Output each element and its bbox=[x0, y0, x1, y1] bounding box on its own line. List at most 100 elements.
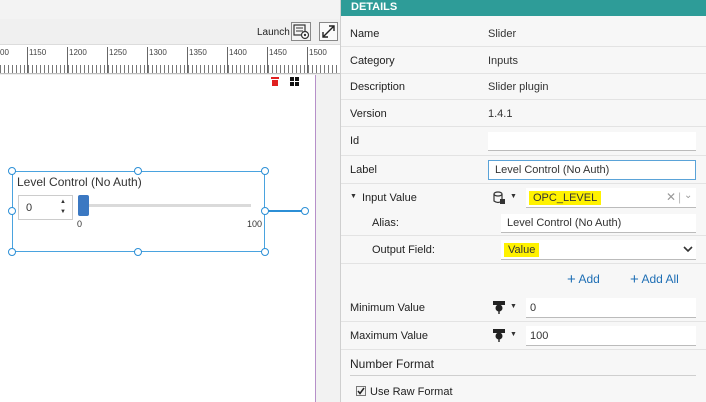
collapse-caret-icon[interactable]: ▼ bbox=[350, 193, 357, 200]
expand-icon bbox=[322, 25, 335, 38]
label-field[interactable]: Level Control (No Auth) bbox=[488, 160, 696, 180]
launch-icon bbox=[293, 24, 310, 40]
binding-type-icon[interactable] bbox=[492, 300, 506, 314]
description-value: Slider plugin bbox=[488, 81, 549, 93]
row-output-field: Output Field: Value bbox=[341, 236, 706, 264]
binding-dropdown-icon[interactable]: ▼ bbox=[510, 331, 517, 338]
ruler-tick-label: 1300 bbox=[149, 48, 167, 57]
row-input-value: ▼ Input Value ▼ OPC_LEVEL ✕ | ⌄ bbox=[341, 184, 706, 212]
resize-handle[interactable] bbox=[134, 167, 142, 175]
ruler-minor-ticks bbox=[0, 61, 340, 73]
ruler-tick-label: 1350 bbox=[189, 48, 207, 57]
minimum-value-field[interactable]: 0 bbox=[526, 298, 696, 318]
design-canvas-area: Launch 00 1150 1200 1250 1300 1350 1400 … bbox=[0, 0, 340, 402]
label-field-value: Level Control (No Auth) bbox=[495, 164, 610, 176]
alias-field-value: Level Control (No Auth) bbox=[507, 217, 622, 229]
alias-field[interactable]: Level Control (No Auth) bbox=[501, 214, 696, 233]
source-dropdown-icon[interactable]: ▼ bbox=[510, 193, 517, 200]
top-bar bbox=[0, 0, 340, 19]
canvas-margin bbox=[316, 75, 340, 402]
row-id: Id bbox=[341, 127, 706, 156]
resize-handle[interactable] bbox=[8, 248, 16, 256]
ruler-tick-label: 1150 bbox=[29, 48, 47, 57]
alias-label: Alias: bbox=[372, 217, 399, 229]
resize-handle[interactable] bbox=[8, 167, 16, 175]
delete-icon[interactable] bbox=[271, 77, 279, 86]
maximum-value-label: Maximum Value bbox=[350, 330, 429, 342]
launch-button[interactable] bbox=[291, 22, 311, 41]
version-value: 1.4.1 bbox=[488, 108, 513, 120]
number-format-heading: Number Format bbox=[350, 357, 435, 371]
category-label: Category bbox=[350, 55, 395, 67]
row-minimum-value: Minimum Value ▼ 0 bbox=[341, 294, 706, 322]
minimum-value-field-value: 0 bbox=[530, 302, 537, 314]
ruler-tick-label: 00 bbox=[0, 48, 9, 57]
ruler-tick-label: 1500 bbox=[309, 48, 327, 57]
widget-label: Level Control (No Auth) bbox=[17, 175, 142, 189]
field-chevron-icon[interactable]: ⌄ bbox=[684, 190, 692, 201]
output-field-label: Output Field: bbox=[372, 244, 435, 256]
add-button[interactable]: + Add bbox=[567, 271, 600, 288]
slider-min-label: 0 bbox=[77, 219, 83, 229]
resize-handle[interactable] bbox=[261, 207, 269, 215]
row-label: Label Level Control (No Auth) bbox=[341, 156, 706, 184]
number-input[interactable]: 0 ▲ ▼ bbox=[18, 195, 73, 220]
grid-icon[interactable] bbox=[290, 77, 299, 86]
ruler-tick-label: 1200 bbox=[69, 48, 87, 57]
maximum-value-field[interactable]: 100 bbox=[526, 326, 696, 346]
slider-track[interactable] bbox=[83, 204, 251, 207]
output-field-select[interactable]: Value bbox=[501, 240, 696, 260]
row-add-actions: + Add + Add All bbox=[341, 264, 706, 294]
clear-icon[interactable]: ✕ bbox=[666, 190, 676, 204]
chevron-down-icon[interactable] bbox=[683, 246, 693, 253]
resize-handle[interactable] bbox=[261, 248, 269, 256]
id-field[interactable] bbox=[488, 132, 696, 151]
plus-icon: + bbox=[567, 271, 576, 288]
version-label: Version bbox=[350, 108, 387, 120]
row-alias: Alias: Level Control (No Auth) bbox=[341, 212, 706, 236]
input-value-label: Input Value bbox=[362, 192, 417, 204]
id-label: Id bbox=[350, 135, 360, 147]
decrement-icon[interactable]: ▼ bbox=[60, 209, 66, 215]
minimum-value-label: Minimum Value bbox=[350, 302, 425, 314]
raw-format-label: Use Raw Format bbox=[370, 386, 453, 398]
output-field-value: Value bbox=[504, 243, 540, 257]
row-name: Name Slider bbox=[341, 20, 706, 47]
plus-icon: + bbox=[630, 271, 639, 288]
database-icon[interactable] bbox=[493, 191, 505, 204]
category-value: Inputs bbox=[488, 55, 518, 67]
number-input-value: 0 bbox=[26, 202, 33, 214]
connector-line bbox=[265, 210, 305, 212]
launch-label: Launch bbox=[257, 27, 290, 38]
slider-max-label: 100 bbox=[247, 219, 263, 229]
raw-format-checkbox[interactable] bbox=[356, 386, 366, 396]
add-all-button-label: Add All bbox=[641, 272, 679, 286]
resize-handle[interactable] bbox=[261, 167, 269, 175]
canvas-toolbar: Launch bbox=[0, 19, 340, 45]
add-all-button[interactable]: + Add All bbox=[630, 271, 679, 288]
add-button-label: Add bbox=[578, 272, 600, 286]
increment-icon[interactable]: ▲ bbox=[60, 199, 66, 205]
row-raw-format: Use Raw Format bbox=[341, 380, 706, 402]
row-number-format: Number Format bbox=[341, 350, 706, 378]
expand-button[interactable] bbox=[319, 22, 338, 41]
resize-handle[interactable] bbox=[134, 248, 142, 256]
name-value: Slider bbox=[488, 28, 517, 40]
name-label: Name bbox=[350, 28, 380, 40]
maximum-value-field-value: 100 bbox=[530, 330, 549, 342]
input-value-field[interactable]: OPC_LEVEL ✕ | ⌄ bbox=[526, 188, 696, 208]
slider-thumb[interactable] bbox=[78, 195, 89, 216]
horizontal-ruler: 00 1150 1200 1250 1300 1350 1400 1450 15… bbox=[0, 45, 340, 74]
number-format-divider bbox=[350, 375, 696, 376]
binding-dropdown-icon[interactable]: ▼ bbox=[510, 303, 517, 310]
ruler-tick-label: 1400 bbox=[229, 48, 247, 57]
connector-handle[interactable] bbox=[301, 207, 309, 215]
resize-handle[interactable] bbox=[8, 207, 16, 215]
details-header: DETAILS bbox=[341, 0, 706, 16]
binding-type-icon[interactable] bbox=[492, 328, 506, 342]
details-title: DETAILS bbox=[351, 1, 398, 13]
row-category: Category Inputs bbox=[341, 47, 706, 74]
label-label: Label bbox=[350, 164, 377, 176]
slider-widget[interactable]: Level Control (No Auth) 0 ▲ ▼ 0 100 bbox=[12, 171, 265, 252]
row-maximum-value: Maximum Value ▼ 100 bbox=[341, 322, 706, 350]
